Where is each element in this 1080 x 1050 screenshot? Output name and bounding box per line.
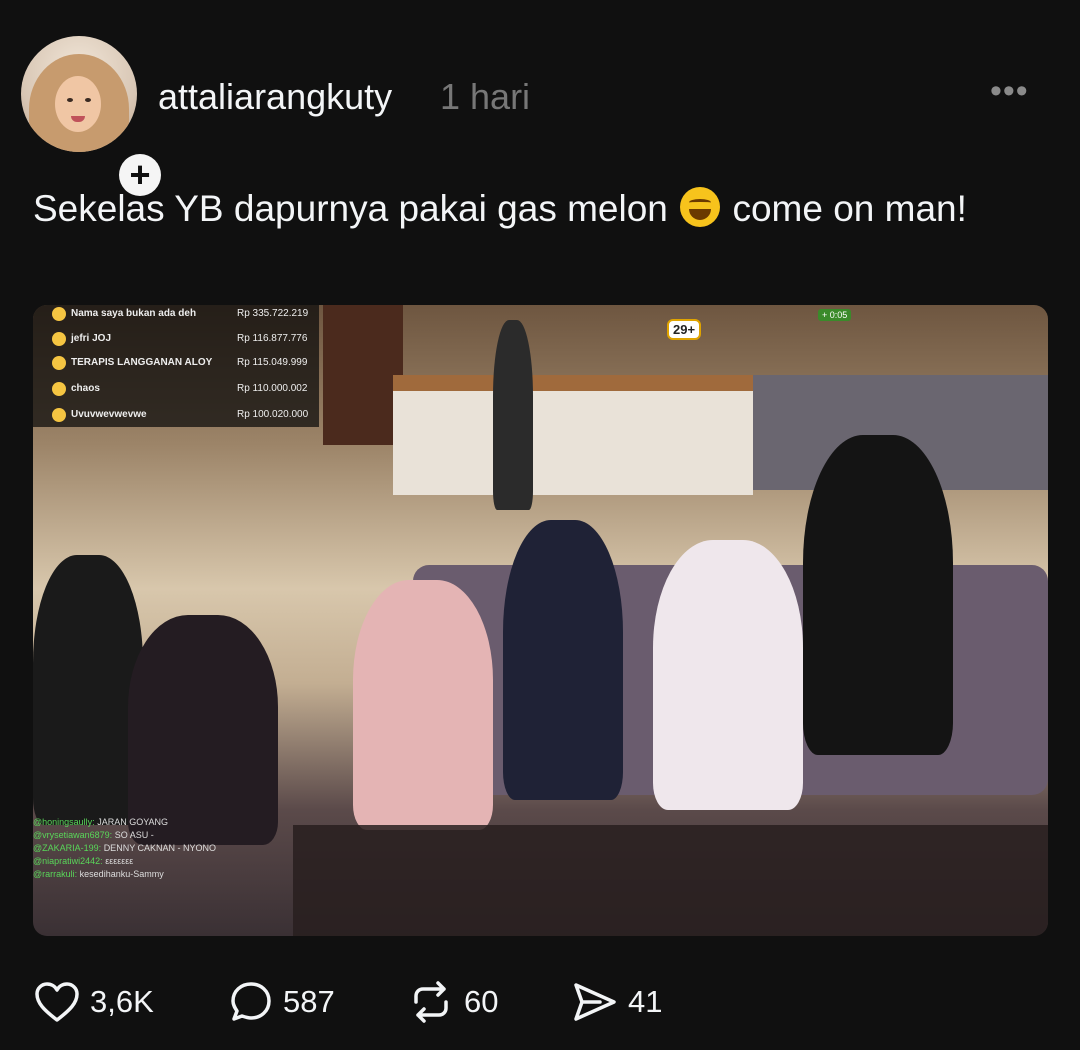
leaderboard-row: chaos Rp 110.000.002 bbox=[33, 382, 319, 404]
person bbox=[493, 320, 533, 510]
leaderboard-row: Nama saya bukan ada deh Rp 335.722.219 bbox=[33, 307, 319, 329]
leaderboard-name: jefri JOJ bbox=[71, 333, 112, 344]
leaderboard-amount: Rp 110.000.002 bbox=[237, 383, 308, 394]
username[interactable]: attaliarangkuty bbox=[158, 76, 392, 118]
more-options-icon[interactable]: ••• bbox=[990, 72, 1029, 111]
repost-button[interactable]: 60 bbox=[408, 978, 498, 1026]
live-chat: @honingsaully: JARAN GOYANG @vrysetiawan… bbox=[33, 817, 273, 882]
chat-message: @ZAKARIA-199: DENNY CAKNAN - NYONO bbox=[33, 843, 217, 853]
leaderboard-amount: Rp 100.020.000 bbox=[237, 409, 309, 420]
rolling-on-floor-laughing-emoji-icon bbox=[680, 187, 721, 227]
like-button[interactable]: 3,6K bbox=[34, 978, 154, 1026]
person bbox=[503, 520, 623, 800]
chat-message: @niapratiwi2442: εεεεεεε bbox=[33, 856, 134, 866]
kitchen-island bbox=[393, 375, 753, 495]
leaderboard-name: chaos bbox=[71, 383, 100, 394]
action-bar: 3,6K 587 60 41 bbox=[0, 978, 1080, 1026]
leaderboard-amount: Rp 115.049.999 bbox=[237, 357, 308, 368]
post-text-part2: come on man! bbox=[732, 188, 967, 229]
coin-icon bbox=[52, 408, 66, 422]
post-text: Sekelas YB dapurnya pakai gas melon come… bbox=[33, 184, 1033, 234]
person bbox=[33, 555, 143, 825]
age-rating-badge: 29+ bbox=[667, 319, 702, 340]
leaderboard-amount: Rp 116.877.776 bbox=[237, 333, 308, 344]
chat-message: @honingsaully: JARAN GOYANG bbox=[33, 817, 169, 827]
leaderboard-amount: Rp 335.722.219 bbox=[237, 308, 309, 319]
counter-top bbox=[393, 375, 753, 391]
coin-icon bbox=[52, 332, 66, 346]
coin-icon bbox=[52, 382, 66, 396]
profile-avatar[interactable]: + bbox=[21, 36, 165, 200]
chat-message: @rarrakuli: kesedihanku-Sammy bbox=[33, 869, 164, 879]
share-count: 41 bbox=[628, 984, 663, 1019]
post-media-image[interactable]: Nama saya bukan ada deh Rp 335.722.219 j… bbox=[33, 305, 1048, 936]
person bbox=[653, 540, 803, 810]
send-icon bbox=[574, 983, 616, 1021]
leaderboard-row: Uvuvwevwevwe Rp 100.020.000 bbox=[33, 408, 319, 430]
comment-icon bbox=[231, 982, 271, 1021]
avatar-image bbox=[21, 36, 137, 152]
timer-badge: + 0:05 bbox=[818, 309, 852, 321]
heart-icon bbox=[35, 982, 79, 1022]
leaderboard-name: Nama saya bukan ada deh bbox=[71, 308, 197, 319]
share-button[interactable]: 41 bbox=[572, 978, 662, 1026]
leaderboard-row: jefri JOJ Rp 116.877.776 bbox=[33, 332, 319, 354]
repost-count: 60 bbox=[464, 984, 499, 1019]
comment-count: 587 bbox=[283, 984, 335, 1019]
coin-icon bbox=[52, 356, 66, 370]
repost-icon bbox=[414, 981, 448, 1023]
door bbox=[323, 305, 403, 445]
person bbox=[803, 435, 953, 755]
coin-icon bbox=[52, 307, 66, 321]
post-time: 1 hari bbox=[440, 76, 531, 117]
comment-button[interactable]: 587 bbox=[229, 978, 335, 1026]
like-count: 3,6K bbox=[90, 984, 154, 1019]
glass-table bbox=[293, 825, 1048, 936]
post-text-part1: Sekelas YB dapurnya pakai gas melon bbox=[33, 188, 668, 229]
leaderboard-row: TERAPIS LANGGANAN ALOY Rp 115.049.999 bbox=[33, 356, 319, 378]
person bbox=[353, 580, 493, 830]
person bbox=[128, 615, 278, 845]
chat-message: @vrysetiawan6879: SO ASU - bbox=[33, 830, 154, 840]
leaderboard-name: TERAPIS LANGGANAN ALOY bbox=[71, 357, 213, 368]
leaderboard-name: Uvuvwevwevwe bbox=[71, 409, 147, 420]
gift-leaderboard: Nama saya bukan ada deh Rp 335.722.219 j… bbox=[33, 305, 319, 427]
